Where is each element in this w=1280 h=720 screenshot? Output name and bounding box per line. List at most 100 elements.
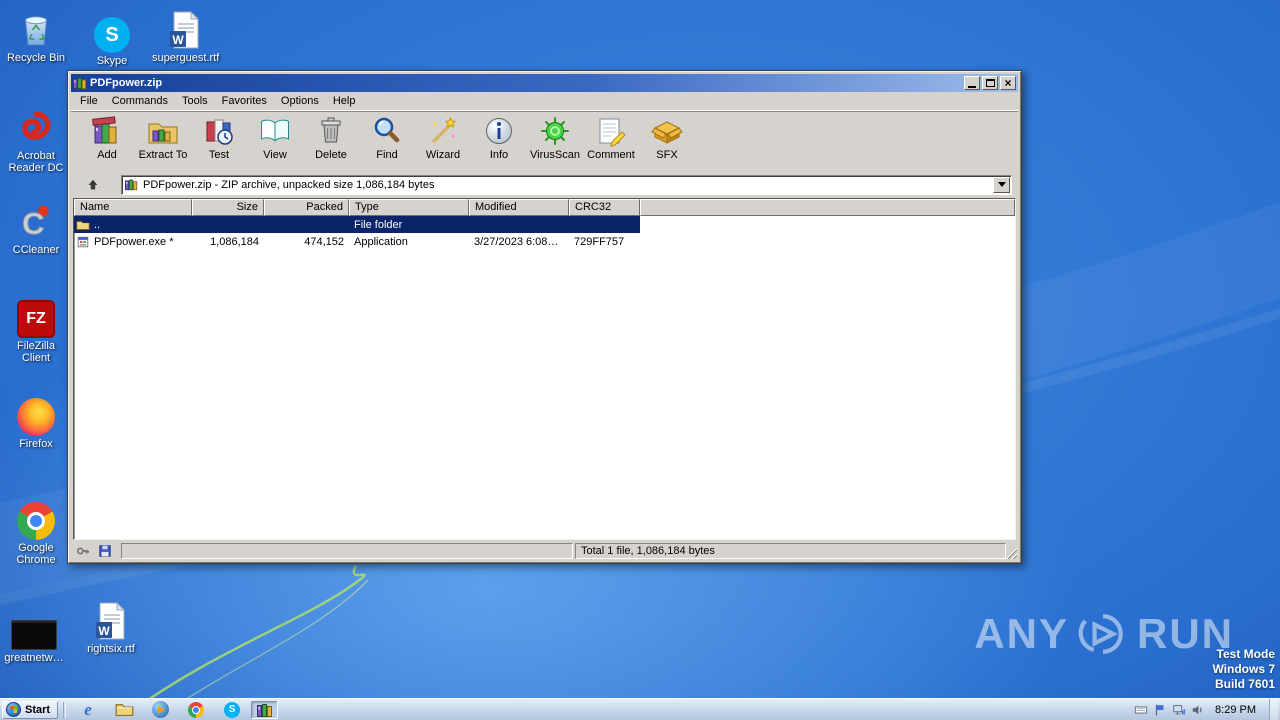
desktop-icon-filezilla[interactable]: FZ FileZilla Client (3, 294, 69, 364)
volume-icon[interactable] (1190, 702, 1205, 717)
magnifier-icon (371, 115, 403, 147)
taskbar-winrar-button[interactable] (251, 701, 278, 719)
package-box-icon (651, 115, 683, 147)
toolbar-button-wizard[interactable]: Wizard (415, 115, 471, 161)
desktop-icon-label: superguest.rtf (152, 52, 218, 64)
filezilla-icon: FZ (17, 294, 55, 338)
column-header-packed[interactable]: Packed (264, 199, 349, 216)
file-list: Name Size Packed Type Modified CRC32 .. … (73, 198, 1016, 540)
toolbar-label: Extract To (139, 149, 188, 161)
column-header-type[interactable]: Type (349, 199, 469, 216)
desktop-icon-label: Skype (97, 55, 128, 67)
status-bar: Total 1 file, 1,086,184 bytes (71, 540, 1018, 560)
desktop-icon-rightsix[interactable]: rightsix.rtf (78, 597, 144, 655)
toolbar-button-info[interactable]: Info (471, 115, 527, 161)
toolbar-button-add[interactable]: Add (79, 115, 135, 161)
address-dropdown-button[interactable] (993, 177, 1010, 193)
file-row-pdfpower-exe[interactable]: PDFpower.exe * 1,086,184 474,152 Applica… (74, 233, 640, 250)
size-cell: 1,086,184 (192, 236, 264, 248)
menu-favorites[interactable]: Favorites (215, 93, 274, 109)
column-header-crc32[interactable]: CRC32 (569, 199, 640, 216)
resize-grip[interactable] (1005, 547, 1017, 559)
chevron-down-icon (998, 182, 1006, 187)
toolbar-button-test[interactable]: Test (191, 115, 247, 161)
close-button[interactable]: × (1000, 76, 1016, 90)
column-header-modified[interactable]: Modified (469, 199, 569, 216)
desktop-icon-ccleaner[interactable]: C CCleaner (3, 198, 69, 256)
up-one-level-button[interactable] (81, 175, 105, 195)
menu-options[interactable]: Options (274, 93, 326, 109)
desktop-icon-skype[interactable]: S Skype (79, 9, 145, 67)
toolbar-label: Info (490, 149, 508, 161)
keyboard-icon[interactable] (1133, 702, 1148, 717)
packed-cell: 474,152 (264, 236, 349, 248)
test-books-icon (203, 115, 235, 147)
toolbar-button-extract-to[interactable]: Extract To (135, 115, 191, 161)
chrome-icon (188, 702, 204, 718)
info-sphere-icon (483, 115, 515, 147)
flag-icon[interactable] (1152, 702, 1167, 717)
toolbar-label: VirusScan (530, 149, 580, 161)
desktop-icon-acrobat[interactable]: Acrobat Reader DC (3, 104, 69, 174)
quicklaunch-skype[interactable]: S (215, 700, 249, 720)
skype-icon: S (94, 9, 130, 53)
toolbar-label: Wizard (426, 149, 460, 161)
desktop-icon-superguest[interactable]: superguest.rtf (152, 6, 218, 64)
toolbar-button-view[interactable]: View (247, 115, 303, 161)
toolbar-button-virusscan[interactable]: VirusScan (527, 115, 583, 161)
winrar-icon (73, 76, 87, 90)
disk-icon[interactable] (95, 543, 115, 559)
minimize-button[interactable] (964, 76, 980, 90)
desktop-icon-label: rightsix.rtf (87, 643, 135, 655)
toolbar-button-find[interactable]: Find (359, 115, 415, 161)
desktop-icon-label: CCleaner (13, 244, 59, 256)
taskbar-clock[interactable]: 8:29 PM (1209, 704, 1265, 716)
quicklaunch-ie[interactable]: e (71, 700, 105, 720)
quicklaunch-media-player[interactable] (143, 700, 177, 720)
maximize-button[interactable] (982, 76, 998, 90)
show-desktop-button[interactable] (1269, 699, 1278, 720)
column-header-name[interactable]: Name (74, 199, 192, 216)
test-mode-label: Test Mode Windows 7 Build 7601 (1212, 647, 1275, 692)
trash-icon (315, 115, 347, 147)
menu-file[interactable]: File (73, 93, 105, 109)
application-icon (76, 235, 90, 249)
winrar-archive-icon (125, 178, 138, 191)
quicklaunch-chrome[interactable] (179, 700, 213, 720)
watermark-any: ANY (974, 610, 1069, 658)
column-header-size[interactable]: Size (192, 199, 264, 216)
os-line: Windows 7 (1212, 662, 1275, 677)
system-tray: 8:29 PM (1133, 699, 1278, 720)
crc32-cell: 729FF757 (569, 236, 640, 248)
menu-help[interactable]: Help (326, 93, 363, 109)
anyrun-logo-icon (1075, 611, 1131, 657)
toolbar-label: Find (376, 149, 397, 161)
virus-icon (539, 115, 571, 147)
magic-wand-icon (427, 115, 459, 147)
type-cell: Application (349, 236, 469, 248)
file-row-parent-folder[interactable]: .. File folder (74, 216, 640, 233)
key-icon[interactable] (73, 543, 93, 559)
toolbar-label: Delete (315, 149, 347, 161)
toolbar-button-sfx[interactable]: SFX (639, 115, 695, 161)
desktop-icon-label: greatnetw… (4, 652, 63, 664)
quicklaunch-explorer[interactable] (107, 700, 141, 720)
test-mode-line: Test Mode (1212, 647, 1275, 662)
title-bar[interactable]: PDFpower.zip × (71, 74, 1018, 92)
address-combobox[interactable]: PDFpower.zip - ZIP archive, unpacked siz… (121, 175, 1012, 195)
desktop-icon-chrome[interactable]: Google Chrome (3, 496, 69, 566)
winrar-icon (257, 702, 273, 718)
desktop: Recycle Bin S Skype superguest.rtf Acrob… (0, 0, 1280, 720)
taskbar-divider (63, 702, 66, 718)
modified-cell: 3/27/2023 6:08… (469, 236, 569, 248)
menu-commands[interactable]: Commands (105, 93, 175, 109)
desktop-icon-recycle-bin[interactable]: Recycle Bin (3, 6, 69, 64)
desktop-icon-firefox[interactable]: Firefox (3, 392, 69, 450)
network-icon[interactable] (1171, 702, 1186, 717)
menu-tools[interactable]: Tools (175, 93, 215, 109)
folder-icon (76, 218, 90, 232)
toolbar-button-comment[interactable]: Comment (583, 115, 639, 161)
start-button[interactable]: Start (2, 701, 58, 719)
desktop-icon-greatnetw[interactable]: greatnetw… (1, 606, 67, 664)
toolbar-button-delete[interactable]: Delete (303, 115, 359, 161)
